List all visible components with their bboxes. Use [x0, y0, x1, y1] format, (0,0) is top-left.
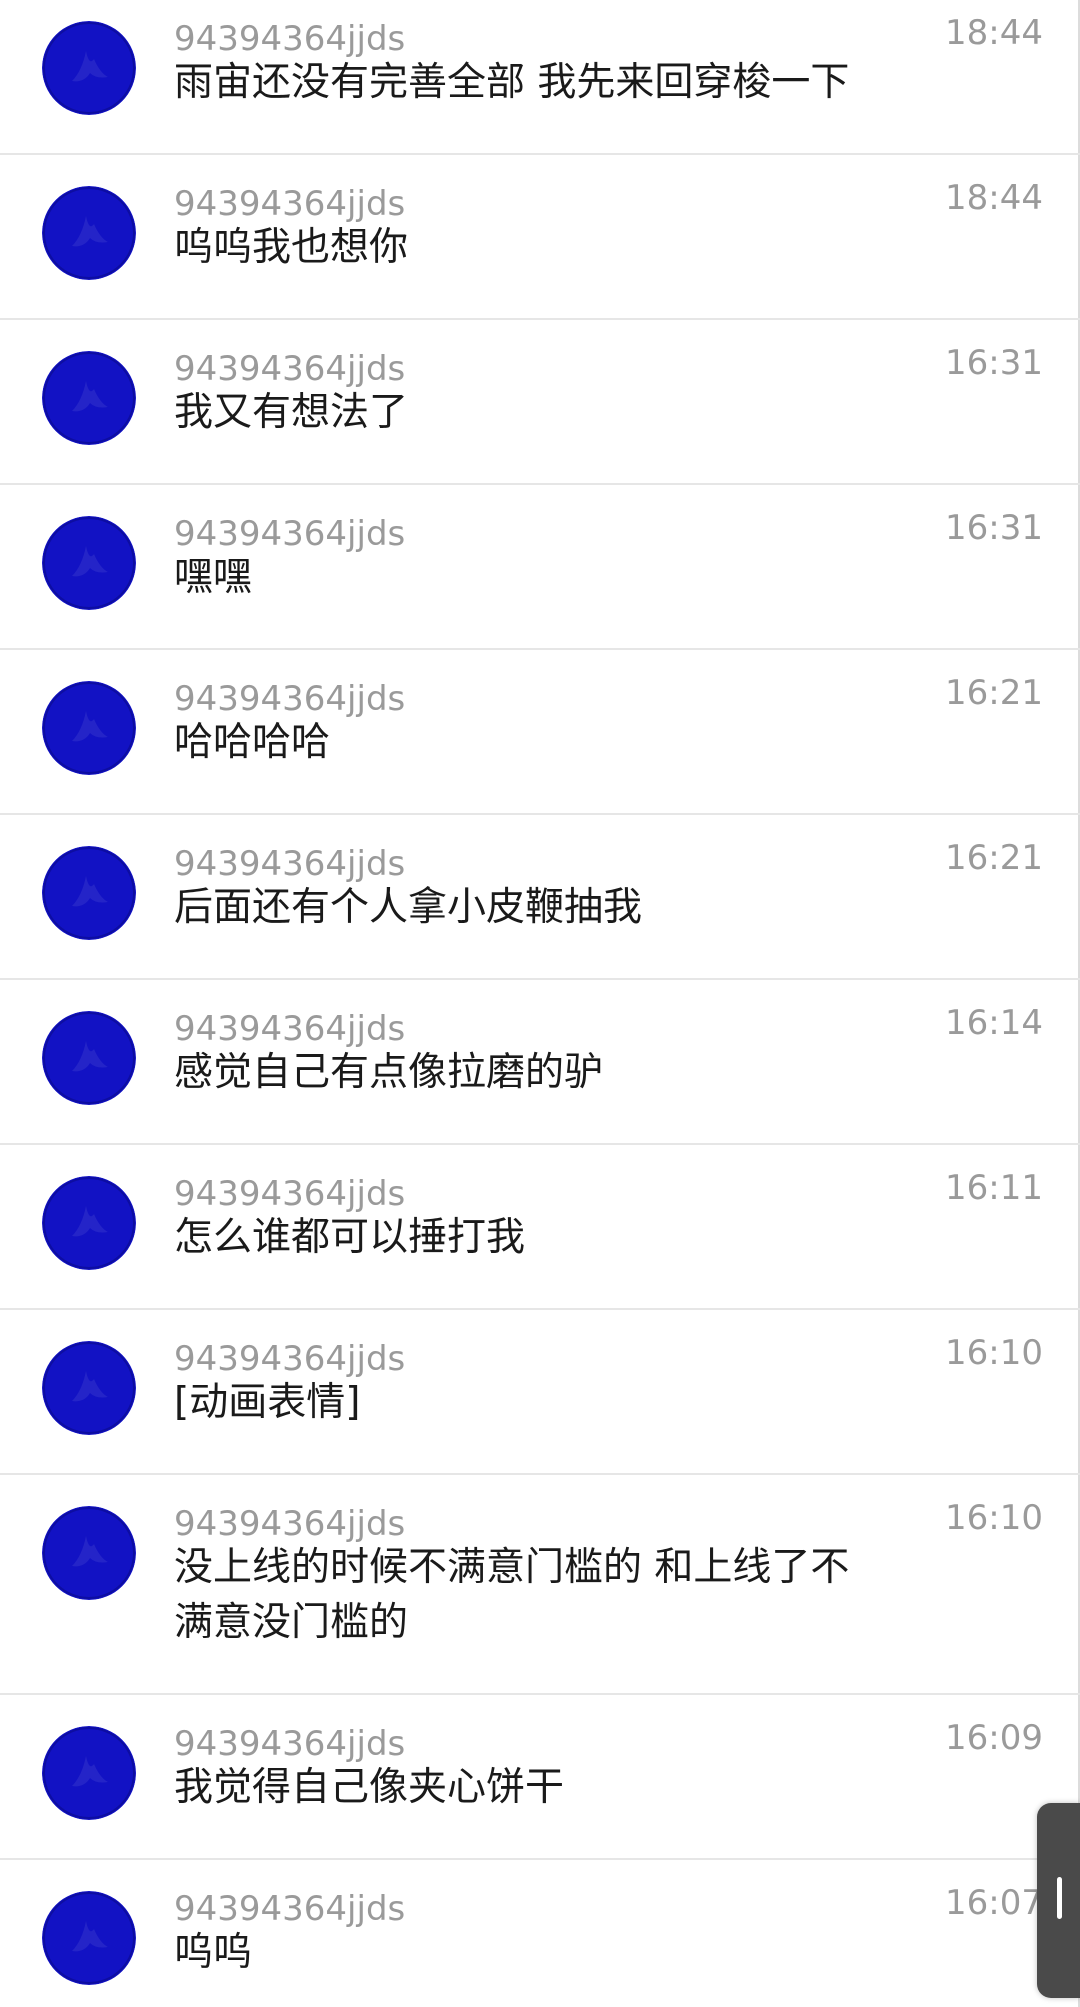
message-row-4[interactable]: 94394364jjds 16:31 嘿嘿	[0, 485, 1080, 650]
avatar-image	[42, 846, 136, 940]
message-time: 16:11	[945, 1168, 1043, 1208]
message-row-10[interactable]: 94394364jjds 16:10 没上线的时候不满意门槛的 和上线了不 满意…	[0, 1475, 1080, 1695]
message-time: 16:07	[945, 1883, 1043, 1923]
avatar-icon[interactable]	[42, 1011, 136, 1105]
message-text: 后面还有个人拿小皮鞭抽我	[174, 885, 643, 930]
avatar-icon[interactable]	[42, 186, 136, 280]
message-time: 16:10	[945, 1498, 1043, 1538]
message-time: 18:44	[945, 13, 1043, 53]
message-time: 16:31	[945, 508, 1043, 548]
message-text: 感觉自己有点像拉磨的驴	[174, 1050, 604, 1095]
message-text: 怎么谁都可以捶打我	[174, 1215, 526, 1260]
avatar-image	[42, 21, 136, 115]
message-text: 没上线的时候不满意门槛的 和上线了不 满意没门槛的	[174, 1545, 850, 1645]
message-text: 我觉得自己像夹心饼干	[174, 1765, 565, 1810]
message-row-11[interactable]: 94394364jjds 16:09 我觉得自己像夹心饼干	[0, 1695, 1080, 1860]
avatar-icon[interactable]	[42, 351, 136, 445]
message-text: 雨宙还没有完善全部 我先来回穿梭一下	[174, 60, 850, 105]
avatar-image	[42, 351, 136, 445]
avatar-image	[42, 1341, 136, 1435]
message-row-9[interactable]: 94394364jjds 16:10 [动画表情]	[0, 1310, 1080, 1475]
avatar-icon[interactable]	[42, 516, 136, 610]
avatar-icon[interactable]	[42, 1506, 136, 1600]
message-row-8[interactable]: 94394364jjds 16:11 怎么谁都可以捶打我	[0, 1145, 1080, 1310]
message-row-2[interactable]: 94394364jjds 18:44 呜呜我也想你	[0, 155, 1080, 320]
message-text: 哈哈哈哈	[174, 720, 331, 765]
avatar-image	[42, 1726, 136, 1820]
avatar-icon[interactable]	[42, 1176, 136, 1270]
avatar-icon[interactable]	[42, 681, 136, 775]
avatar-icon[interactable]	[42, 1726, 136, 1820]
avatar-image	[42, 516, 136, 610]
message-row-12[interactable]: 94394364jjds 16:07 呜呜	[0, 1860, 1080, 2007]
avatar-image	[42, 186, 136, 280]
message-time: 16:21	[945, 838, 1043, 878]
avatar-image	[42, 1506, 136, 1600]
avatar-icon[interactable]	[42, 846, 136, 940]
message-time: 16:09	[945, 1718, 1043, 1758]
avatar-image	[42, 681, 136, 775]
avatar-icon[interactable]	[42, 1891, 136, 1985]
message-time: 16:31	[945, 343, 1043, 383]
message-row-5[interactable]: 94394364jjds 16:21 哈哈哈哈	[0, 650, 1080, 815]
message-time: 16:21	[945, 673, 1043, 713]
grip-icon	[1057, 1877, 1062, 1919]
message-row-1[interactable]: 94394364jjds 18:44 雨宙还没有完善全部 我先来回穿梭一下	[0, 0, 1080, 155]
message-text: 我又有想法了	[174, 390, 409, 435]
message-row-7[interactable]: 94394364jjds 16:14 感觉自己有点像拉磨的驴	[0, 980, 1080, 1145]
avatar-icon[interactable]	[42, 1341, 136, 1435]
message-text: 呜呜	[174, 1930, 253, 1975]
message-time: 16:10	[945, 1333, 1043, 1373]
message-row-3[interactable]: 94394364jjds 16:31 我又有想法了	[0, 320, 1080, 485]
avatar-image	[42, 1011, 136, 1105]
avatar-image	[42, 1176, 136, 1270]
message-text: 呜呜我也想你	[174, 225, 409, 270]
message-text: 嘿嘿	[174, 555, 253, 600]
message-text: [动画表情]	[174, 1380, 361, 1425]
avatar-image	[42, 1891, 136, 1985]
chat-message-list-screen: 94394364jjds 18:44 雨宙还没有完善全部 我先来回穿梭一下 94…	[0, 0, 1080, 2007]
fast-scroll-handle[interactable]	[1037, 1803, 1080, 1998]
message-row-6[interactable]: 94394364jjds 16:21 后面还有个人拿小皮鞭抽我	[0, 815, 1080, 980]
avatar-icon[interactable]	[42, 21, 136, 115]
message-time: 18:44	[945, 178, 1043, 218]
message-time: 16:14	[945, 1003, 1043, 1043]
